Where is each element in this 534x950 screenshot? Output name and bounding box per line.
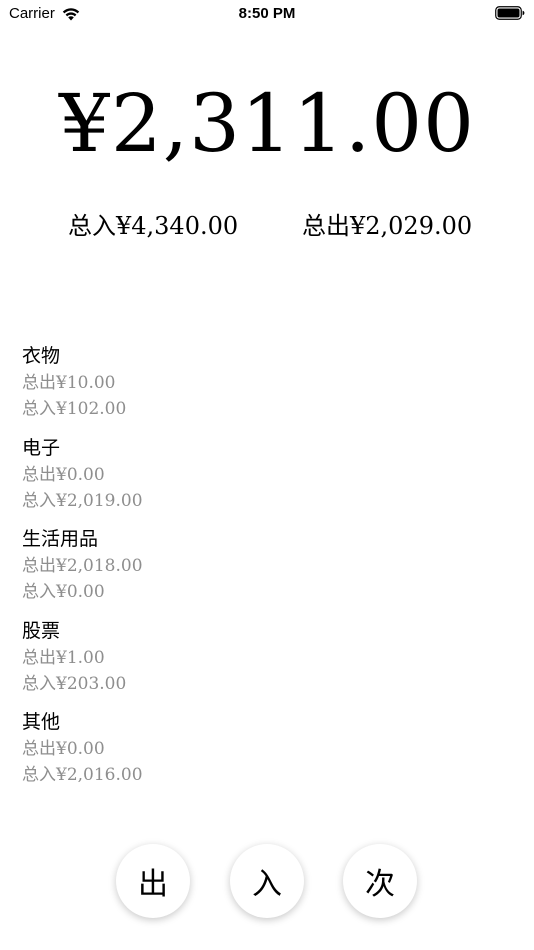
category-out-total: 总出¥0.00 bbox=[22, 739, 105, 759]
add-expense-button[interactable]: 出 bbox=[116, 844, 190, 918]
battery-icon bbox=[495, 6, 525, 20]
category-out-total: 总出¥2,018.00 bbox=[22, 556, 143, 576]
category-list: 衣物 总出¥10.00 总入¥102.00 电子 总出¥0.00 总入¥2,01… bbox=[22, 342, 422, 800]
category-item-clothing[interactable]: 衣物 总出¥10.00 总入¥102.00 bbox=[22, 342, 422, 434]
category-name: 其他 bbox=[22, 711, 61, 733]
balance-amount: ¥2,311.00 bbox=[58, 77, 476, 170]
category-in-total: 总入¥102.00 bbox=[22, 399, 127, 419]
category-item-electronics[interactable]: 电子 总出¥0.00 总入¥2,019.00 bbox=[22, 434, 422, 526]
category-in-total: 总入¥203.00 bbox=[22, 673, 127, 694]
category-out-total: 总出¥1.00 bbox=[22, 647, 105, 668]
category-name: 生活用品 bbox=[22, 528, 99, 550]
category-item-other[interactable]: 其他 总出¥0.00 总入¥2,016.00 bbox=[22, 708, 422, 800]
category-in-total: 总入¥0.00 bbox=[22, 582, 105, 602]
category-name: 电子 bbox=[22, 436, 61, 459]
add-income-button[interactable]: 入 bbox=[230, 844, 304, 918]
category-in-total: 总入¥2,019.00 bbox=[22, 490, 143, 511]
status-bar: Carrier 8:50 PM bbox=[0, 0, 534, 28]
category-name: 衣物 bbox=[22, 345, 61, 367]
category-in-total: 总入¥2,016.00 bbox=[22, 765, 143, 785]
total-out-label: 总出¥2,029.00 bbox=[302, 212, 473, 240]
status-time: 8:50 PM bbox=[238, 5, 296, 22]
category-name: 股票 bbox=[22, 619, 61, 642]
category-item-stocks[interactable]: 股票 总出¥1.00 总入¥203.00 bbox=[22, 617, 422, 709]
category-item-daily-goods[interactable]: 生活用品 总出¥2,018.00 总入¥0.00 bbox=[22, 525, 422, 617]
category-out-total: 总出¥10.00 bbox=[22, 373, 116, 393]
count-button[interactable]: 次 bbox=[343, 844, 417, 918]
total-in-label: 总入¥4,340.00 bbox=[68, 212, 239, 240]
category-out-total: 总出¥0.00 bbox=[22, 464, 105, 485]
